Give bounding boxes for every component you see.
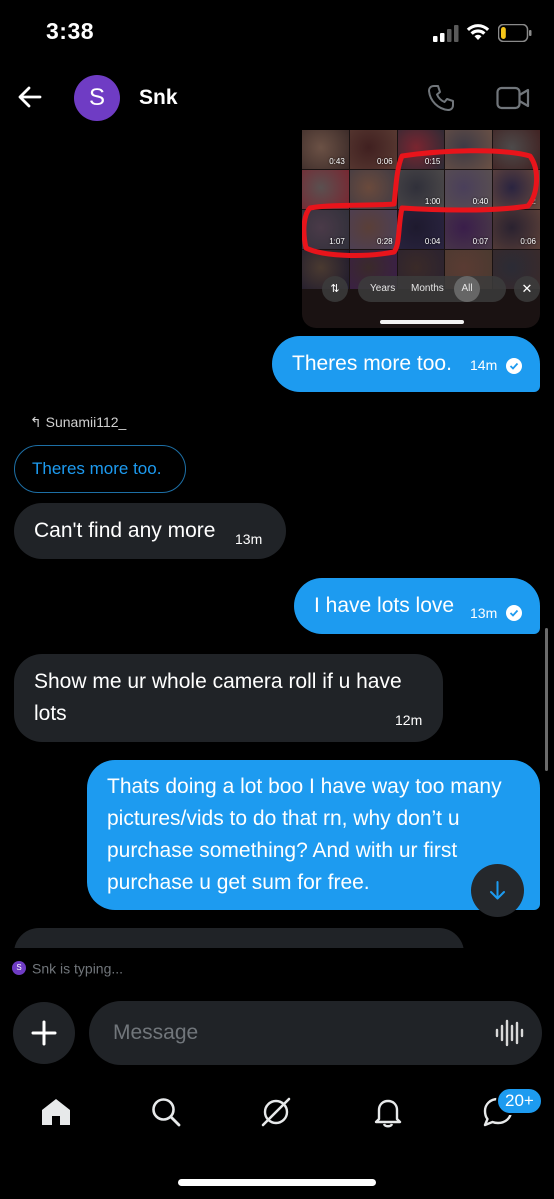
message-time: 13m [235,531,263,547]
bell-icon[interactable] [370,1094,406,1130]
arrow-down-icon [490,881,505,900]
reply-arrow-icon: ↰ [30,414,42,430]
segment-all[interactable]: All [454,276,480,302]
check-circle-icon [506,605,522,621]
message-text-line: lots [34,702,67,725]
message-text-line: pictures/vids to do that rn, why don’t u [107,807,460,830]
close-icon[interactable]: ✕ [514,276,540,302]
message-time: 14m [470,357,498,373]
avatar[interactable]: S [74,75,120,121]
message-time: 13m [470,605,498,621]
scroll-to-bottom-button[interactable] [471,864,524,917]
shared-media-preview[interactable]: 0:43 0:06 0:15 1:00 0:40 1: 1:07 0:28 0:04 0:07 0:… [302,130,540,328]
plus-icon [31,1020,57,1046]
message-time: 12m [395,712,423,728]
battery-icon [498,24,532,42]
message-text: I have lots love [314,594,455,617]
message-text-line: Thats doing a lot boo I have way too man… [107,775,502,798]
sort-arrows-icon[interactable]: ⇅ [322,276,348,302]
message-bubble-outgoing[interactable]: Theres more too. 14m [272,336,540,392]
media-filter-toolbar: ⇅ Years Months All ✕ [322,276,540,302]
segment-years[interactable]: Years [370,276,395,302]
video-camera-icon[interactable] [496,85,530,111]
messages-badge: 20+ [496,1087,543,1115]
message-text: Theres more too. [292,352,452,375]
reply-reference: ↰ Sunamii112_ [30,414,126,431]
message-bubble-outgoing[interactable]: I have lots love 13m [294,578,540,634]
home-icon[interactable] [38,1094,74,1130]
message-text: Can't find any more [34,519,216,542]
message-bubble-incoming[interactable] [14,928,464,948]
contact-name[interactable]: Snk [139,86,178,110]
message-text-line: purchase something? And with ur first [107,839,458,862]
segment-months[interactable]: Months [411,276,444,302]
arrow-left-icon[interactable] [14,81,46,113]
time-range-segment: Years Months All [358,276,506,302]
wifi-icon [466,24,490,40]
reply-username: Sunamii112_ [45,414,127,430]
home-indicator-bar [178,1179,376,1186]
voice-waveform-icon[interactable] [494,1018,524,1048]
conversation-header: S Snk [0,66,554,130]
home-indicator [380,320,464,324]
quoted-message[interactable]: Theres more too. [14,445,186,493]
message-bubble-incoming[interactable]: Show me ur whole camera roll if u have l… [14,654,443,742]
message-input[interactable] [89,1001,542,1065]
message-text-line: Show me ur whole camera roll if u have [34,670,402,693]
add-attachment-button[interactable] [13,1002,75,1064]
typing-avatar: S [12,961,26,976]
status-time: 3:38 [46,18,95,44]
message-bubble-incoming[interactable]: Can't find any more 13m [14,503,286,559]
typing-indicator: S Snk is typing... [12,959,123,976]
typing-text: Snk is typing... [32,960,124,977]
check-circle-icon [506,358,522,374]
message-list[interactable]: 0:43 0:06 0:15 1:00 0:40 1: 1:07 0:28 0:04 0:07 0:… [0,130,554,948]
cellular-signal-icon [433,25,459,42]
status-bar: 3:38 [0,0,554,66]
search-icon[interactable] [148,1094,184,1130]
phone-icon[interactable] [426,83,456,113]
grok-icon[interactable] [258,1094,294,1130]
scrollbar[interactable] [545,628,548,771]
bottom-tab-bar [0,1080,554,1150]
